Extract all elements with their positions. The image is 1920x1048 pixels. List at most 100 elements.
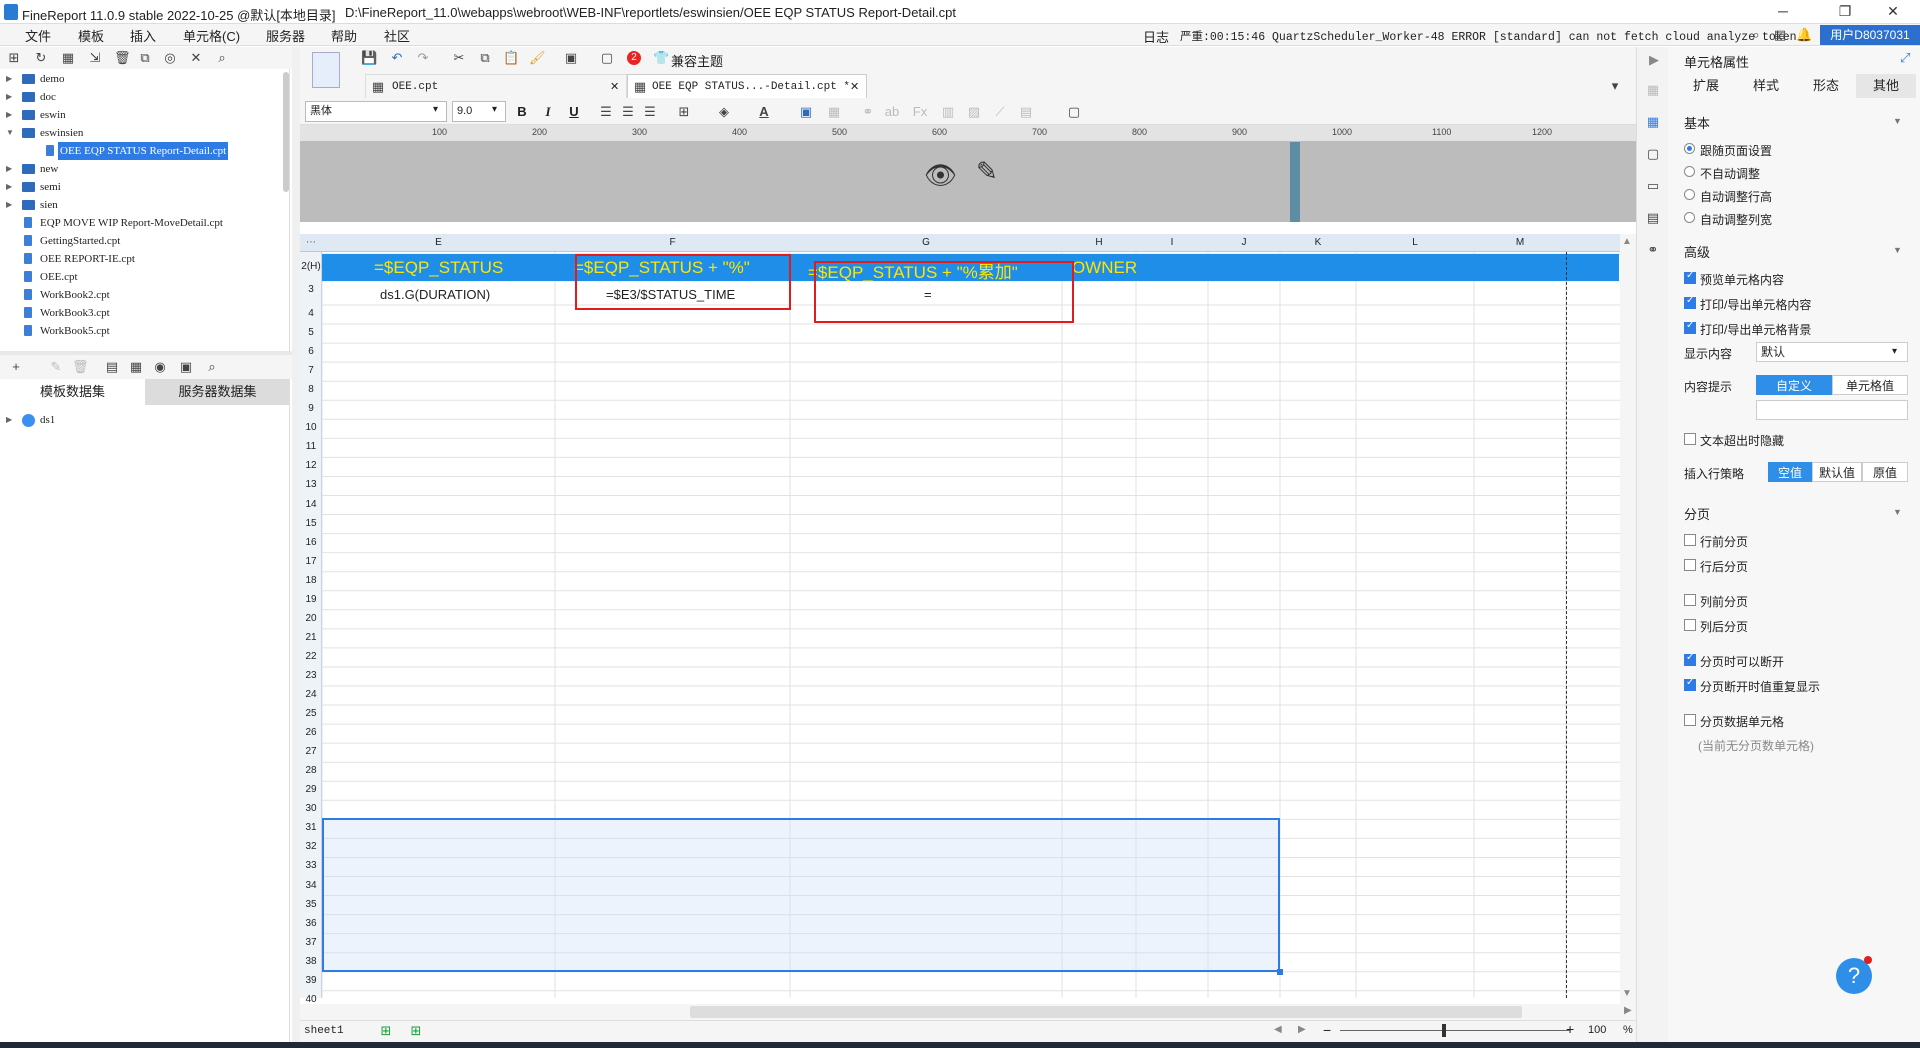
notes-icon[interactable]: ▤: [1772, 27, 1788, 43]
row-number[interactable]: 14: [300, 499, 322, 510]
doc-tab-detail[interactable]: ▦ OEE EQP STATUS...-Detail.cpt * ✕: [627, 74, 867, 98]
zoom-value[interactable]: 100: [1588, 1024, 1606, 1036]
row-number[interactable]: 37: [300, 937, 322, 948]
template-main-icon[interactable]: [312, 52, 340, 88]
col-header-l[interactable]: L: [1356, 237, 1474, 248]
row-number[interactable]: 21: [300, 632, 322, 643]
cell-e3[interactable]: ds1.G(DURATION): [380, 287, 490, 302]
maximize-button[interactable]: ❐: [1822, 0, 1868, 22]
tree-item[interactable]: ▼ eswinsien: [0, 124, 285, 142]
tree-item[interactable]: ▶ new: [0, 160, 285, 178]
font-color-icon[interactable]: A: [756, 104, 772, 120]
row-number[interactable]: 31: [300, 822, 322, 833]
paste-icon[interactable]: 📋: [503, 50, 519, 66]
user-badge[interactable]: 用户D8037031: [1820, 25, 1920, 45]
vertical-scrollbar[interactable]: [1620, 234, 1636, 1004]
add-poly-sheet-icon[interactable]: ⊞: [408, 1023, 424, 1039]
tree-item[interactable]: WorkBook3.cpt: [0, 304, 285, 322]
hide-icon[interactable]: 👁: [924, 160, 957, 191]
row-number[interactable]: 25: [300, 708, 322, 719]
row-number[interactable]: 33: [300, 860, 322, 871]
tree-item[interactable]: EQP MOVE WIP Report-MoveDetail.cpt: [0, 214, 285, 232]
copy-icon[interactable]: ⧉: [137, 50, 153, 66]
vertical-splitter[interactable]: [292, 47, 300, 1048]
tree-item[interactable]: ▶ semi: [0, 178, 285, 196]
tab-other[interactable]: 其他: [1856, 74, 1916, 98]
align-center-icon[interactable]: ☰: [620, 104, 636, 120]
page-setup-icon[interactable]: ▣: [563, 50, 579, 66]
row-number[interactable]: 34: [300, 880, 322, 891]
tooltip-cellvalue-button[interactable]: 单元格值: [1832, 375, 1908, 395]
bold-button[interactable]: B: [514, 104, 530, 119]
insert-default-button[interactable]: 默认值: [1812, 462, 1862, 482]
menu-file[interactable]: 文件: [25, 26, 51, 45]
col-header-h[interactable]: H: [1062, 237, 1136, 248]
menu-template[interactable]: 模板: [78, 26, 104, 45]
row-number[interactable]: 7: [300, 365, 322, 376]
minimize-button[interactable]: ─: [1760, 0, 1806, 22]
menu-cell[interactable]: 单元格(C): [183, 26, 240, 45]
widget-icon[interactable]: ▭: [1645, 178, 1661, 194]
tooltip-custom-button[interactable]: 自定义: [1756, 375, 1832, 395]
chart-icon[interactable]: ▥: [940, 104, 956, 120]
zoom-in-icon[interactable]: +: [1566, 1021, 1574, 1037]
row-number[interactable]: 27: [300, 746, 322, 757]
border-icon[interactable]: ⊞: [676, 104, 692, 120]
row-number[interactable]: 8: [300, 384, 322, 395]
italic-button[interactable]: I: [540, 104, 556, 120]
font-size-select[interactable]: 9.0: [452, 101, 506, 122]
row-number[interactable]: 39: [300, 975, 322, 986]
tab-menu-icon[interactable]: ▾: [1607, 78, 1623, 94]
tree-item-selected[interactable]: OEE EQP STATUS Report-Detail.cpt: [0, 142, 285, 160]
doc-tab-oee[interactable]: ▦ OEE.cpt ✕: [365, 74, 627, 98]
theme-icon[interactable]: 👕: [653, 50, 669, 66]
view-icon[interactable]: ▦: [60, 50, 76, 66]
cell-attr-icon[interactable]: ▦: [1645, 114, 1661, 130]
row-number[interactable]: 12: [300, 460, 322, 471]
theme-label[interactable]: 兼容主题: [671, 51, 723, 70]
row-number[interactable]: 19: [300, 594, 322, 605]
cell-selection[interactable]: [322, 818, 1280, 972]
preview-icon[interactable]: ▤: [104, 359, 120, 375]
row-number[interactable]: 36: [300, 918, 322, 929]
merge-icon[interactable]: ▣: [798, 104, 814, 120]
undo-icon[interactable]: ↶: [389, 50, 405, 66]
copy-cell-icon[interactable]: ⧉: [477, 50, 493, 66]
underline-button[interactable]: U: [566, 104, 582, 119]
row-number[interactable]: 35: [300, 899, 322, 910]
menu-community[interactable]: 社区: [384, 26, 410, 45]
display-content-select[interactable]: 默认: [1756, 342, 1908, 362]
tree-item[interactable]: OEE REPORT-IE.cpt: [0, 250, 285, 268]
refresh-dataset-icon[interactable]: ▦: [128, 359, 144, 375]
delete-dataset-icon[interactable]: 🗑: [72, 359, 89, 375]
col-header-j[interactable]: J: [1208, 237, 1280, 248]
cell-e2[interactable]: =$EQP_STATUS: [374, 258, 503, 278]
close-tab-icon[interactable]: ✕: [850, 75, 859, 99]
new-folder-icon[interactable]: ⊞: [6, 50, 22, 66]
menu-insert[interactable]: 插入: [130, 26, 156, 45]
tree-item[interactable]: ▶ eswin: [0, 106, 285, 124]
menu-help[interactable]: 帮助: [331, 26, 357, 45]
tab-expand[interactable]: 扩展: [1676, 74, 1736, 98]
save-icon[interactable]: 💾: [361, 50, 377, 66]
tree-item[interactable]: ▶ demo: [0, 70, 285, 88]
chevron-down-icon[interactable]: ▼: [1893, 245, 1902, 255]
tooltip-input[interactable]: [1756, 400, 1908, 420]
tree-item[interactable]: OEE.cpt: [0, 268, 285, 286]
link-dataset-icon[interactable]: ▣: [178, 359, 194, 375]
hyperlink-icon[interactable]: ⚭: [1645, 242, 1661, 258]
tree-item[interactable]: WorkBook5.cpt: [0, 322, 285, 340]
subreport-icon[interactable]: ▤: [1018, 104, 1034, 120]
insert-original-button[interactable]: 原值: [1862, 462, 1908, 482]
col-header-m[interactable]: M: [1474, 237, 1566, 248]
row-number[interactable]: 26: [300, 727, 322, 738]
align-right-icon[interactable]: ☰: [642, 104, 658, 120]
bell-icon[interactable]: 🔔: [1796, 27, 1812, 43]
formula-icon[interactable]: Fx: [912, 104, 928, 120]
refresh-icon[interactable]: ↻: [33, 50, 49, 66]
layout-icon[interactable]: ▦: [1645, 82, 1661, 98]
tree-item[interactable]: ▶ sien: [0, 196, 285, 214]
row-number[interactable]: 13: [300, 479, 322, 490]
section-paging-title[interactable]: 分页: [1684, 504, 1710, 523]
add-sheet-icon[interactable]: ⊞: [378, 1023, 394, 1039]
